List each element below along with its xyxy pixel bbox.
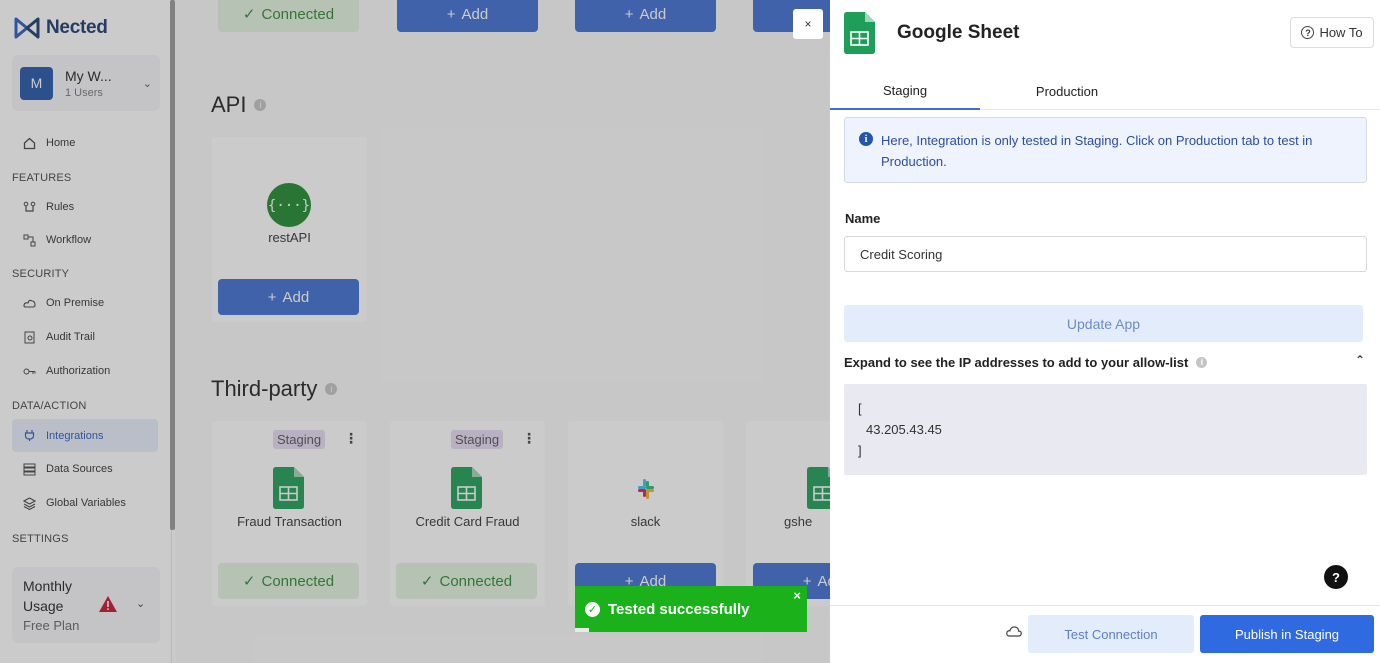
panel-title: Google Sheet <box>897 22 1020 43</box>
chevron-up-icon: ⌃ <box>1354 353 1365 367</box>
test-connection-button[interactable]: Test Connection <box>1028 615 1194 653</box>
panel-footer: Test Connection Publish in Staging <box>830 605 1380 663</box>
cloud-icon <box>1006 626 1022 637</box>
toast-message: Tested successfully <box>608 600 750 618</box>
info-icon: i <box>859 132 873 146</box>
help-button[interactable]: ? <box>1324 565 1348 589</box>
environment-tabs: Staging Production <box>830 72 1380 110</box>
publish-button[interactable]: Publish in Staging <box>1200 615 1374 653</box>
toast-progress-bar <box>575 628 589 632</box>
modal-overlay[interactable] <box>0 0 830 663</box>
integration-panel: Google Sheet ? How To Staging Production… <box>830 0 1380 663</box>
panel-header: Google Sheet <box>844 12 1019 54</box>
update-app-button[interactable]: Update App <box>844 305 1363 342</box>
close-panel-button[interactable]: × <box>793 9 823 39</box>
help-circle-icon: ? <box>1301 26 1315 39</box>
ip-allowlist-toggle[interactable]: Expand to see the IP addresses to add to… <box>844 353 1367 371</box>
google-sheets-icon <box>844 12 875 54</box>
how-to-button[interactable]: ? How To <box>1290 17 1374 48</box>
notice-text: Here, Integration is only tested in Stag… <box>881 133 1313 169</box>
ip-address-list: [ 43.205.43.45 ] <box>844 384 1367 475</box>
tab-production[interactable]: Production <box>990 72 1144 110</box>
success-toast: ✓ Tested successfully × <box>575 586 807 632</box>
name-label: Name <box>845 211 881 226</box>
check-circle-icon: ✓ <box>585 601 600 617</box>
ip-address: 43.205.43.45 <box>866 422 942 437</box>
toast-close-button[interactable]: × <box>793 588 801 603</box>
info-icon: i <box>1196 356 1208 368</box>
name-input[interactable] <box>844 236 1367 272</box>
info-notice: i Here, Integration is only tested in St… <box>844 117 1367 183</box>
tab-staging[interactable]: Staging <box>830 72 980 110</box>
